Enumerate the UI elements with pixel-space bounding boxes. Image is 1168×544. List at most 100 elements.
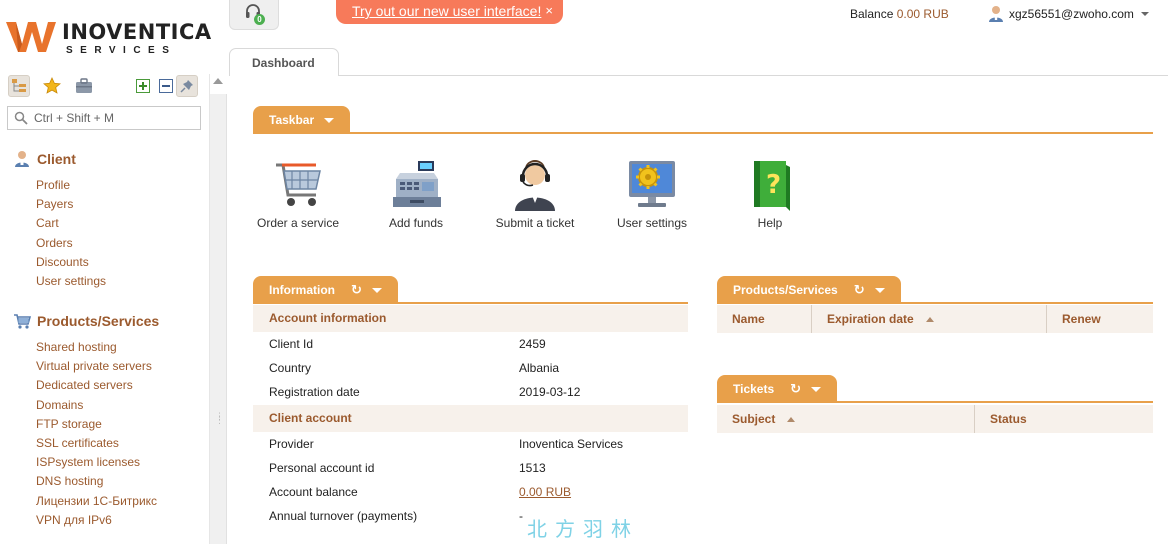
tree-view-icon[interactable]: [8, 75, 30, 97]
sidebar-item-ssl-certificates[interactable]: SSL certificates: [36, 434, 157, 453]
cash-register-icon: [393, 161, 441, 207]
search-box: [7, 106, 201, 130]
sidebar-item-dns-hosting[interactable]: DNS hosting: [36, 472, 157, 491]
sidebar-item-cart[interactable]: Cart: [36, 214, 106, 233]
favorites-star-icon[interactable]: [41, 75, 63, 97]
cart-icon: [14, 314, 31, 329]
sidebar-scrollbar[interactable]: ⋮ ⋮: [209, 74, 227, 544]
expand-all-icon[interactable]: [132, 75, 154, 97]
tickets-grid-header: Subject Status: [717, 405, 1153, 433]
products-title: Products/Services: [733, 283, 838, 297]
sidebar: INOVENTICA SERVICES Client Profile Pa: [0, 0, 211, 544]
info-row-country: Country Albania: [253, 356, 688, 380]
sidebar-item-orders[interactable]: Orders: [36, 234, 106, 253]
task-label: Submit a ticket: [495, 216, 575, 230]
pin-icon[interactable]: [176, 75, 198, 97]
balance-display: Balance 0.00 RUB: [850, 7, 949, 21]
info-row-personal-account-id: Personal account id 1513: [253, 456, 688, 480]
shopping-cart-icon: [276, 163, 321, 206]
account-info-section: Account information: [253, 305, 688, 332]
info-value: Inoventica Services: [519, 437, 624, 451]
dropdown-arrow-icon[interactable]: [371, 287, 382, 293]
info-key: Registration date: [269, 385, 360, 399]
task-label: Add funds: [388, 216, 444, 230]
help-button[interactable]: ? Help: [720, 157, 820, 230]
information-title: Information: [269, 283, 335, 297]
tabs-divider: [229, 75, 1168, 76]
logo-mark-icon: [6, 22, 56, 52]
monitor-gear-icon: [629, 161, 675, 207]
balance-label: Balance: [850, 7, 894, 21]
info-row-client-id: Client Id 2459: [253, 332, 688, 356]
sidebar-item-vps[interactable]: Virtual private servers: [36, 357, 157, 376]
sidebar-group-client[interactable]: Client: [13, 150, 76, 168]
products-tab[interactable]: Products/Services ↻: [717, 276, 901, 304]
splitter-grip-icon[interactable]: ⋮ ⋮: [215, 412, 224, 425]
tab-dashboard[interactable]: Dashboard: [229, 48, 339, 76]
tickets-title: Tickets: [733, 382, 775, 396]
dropdown-arrow-icon[interactable]: [811, 386, 822, 392]
add-funds-button[interactable]: Add funds: [366, 157, 466, 230]
task-label: Help: [757, 216, 783, 230]
user-settings-button[interactable]: User settings: [602, 157, 702, 230]
refresh-icon[interactable]: ↻: [790, 381, 801, 397]
sidebar-item-domains[interactable]: Domains: [36, 396, 157, 415]
account-balance-link[interactable]: 0.00 RUB: [519, 485, 571, 499]
column-status[interactable]: Status: [975, 405, 1153, 433]
column-label: Subject: [732, 412, 776, 426]
column-name[interactable]: Name: [717, 305, 812, 333]
order-service-button[interactable]: Order a service: [248, 157, 348, 230]
dropdown-arrow-icon[interactable]: [324, 117, 335, 123]
information-tab[interactable]: Information ↻: [253, 276, 398, 304]
search-icon: [14, 111, 28, 125]
column-label: Name: [732, 312, 765, 326]
column-expiration-date[interactable]: Expiration date: [812, 305, 1047, 333]
info-row-account-balance: Account balance 0.00 RUB: [253, 480, 688, 504]
info-key: Account balance: [269, 485, 358, 499]
sidebar-item-discounts[interactable]: Discounts: [36, 253, 106, 272]
sidebar-item-bitrix-licenses[interactable]: Лицензии 1С-Битрикс: [36, 492, 157, 511]
close-icon[interactable]: ×: [545, 3, 553, 18]
tickets-tab[interactable]: Tickets ↻: [717, 375, 838, 403]
briefcase-icon[interactable]: [73, 75, 95, 97]
logo[interactable]: INOVENTICA SERVICES: [4, 14, 211, 56]
scroll-up-arrow-icon[interactable]: [213, 78, 223, 84]
sidebar-item-shared-hosting[interactable]: Shared hosting: [36, 338, 157, 357]
sidebar-item-vpn-ipv6[interactable]: VPN для IPv6: [36, 511, 157, 530]
refresh-icon[interactable]: ↻: [351, 282, 362, 298]
submit-ticket-button[interactable]: Submit a ticket: [485, 157, 585, 230]
new-ui-link[interactable]: Try out our new user interface!: [352, 3, 541, 19]
sidebar-item-user-settings[interactable]: User settings: [36, 272, 106, 291]
tab-label: Dashboard: [252, 56, 315, 70]
balance-value[interactable]: 0.00 RUB: [897, 7, 949, 21]
notifications-count-badge: 0: [254, 14, 265, 25]
watermark: 北方羽林: [527, 517, 639, 541]
products-menu: Shared hosting Virtual private servers D…: [36, 338, 157, 530]
sidebar-item-profile[interactable]: Profile: [36, 176, 106, 195]
sidebar-group-products[interactable]: Products/Services: [13, 312, 159, 330]
info-value: Albania: [519, 361, 560, 375]
user-menu[interactable]: xgz56551@zwoho.com: [988, 4, 1149, 24]
column-subject[interactable]: Subject: [717, 405, 975, 433]
column-renew[interactable]: Renew: [1047, 305, 1153, 333]
user-icon: [15, 151, 29, 167]
collapse-all-icon[interactable]: [155, 75, 177, 97]
search-input[interactable]: [34, 110, 194, 126]
sort-ascending-icon: [787, 417, 795, 422]
logo-subtitle: SERVICES: [66, 45, 177, 56]
sidebar-item-ispsystem-licenses[interactable]: ISPsystem licenses: [36, 453, 157, 472]
sidebar-item-ftp-storage[interactable]: FTP storage: [36, 415, 157, 434]
column-label: Status: [990, 412, 1027, 426]
info-key: Annual turnover (payments): [269, 509, 418, 523]
refresh-icon[interactable]: ↻: [854, 282, 865, 298]
scrollbar-thumb[interactable]: [210, 94, 227, 544]
info-value: 1513: [519, 461, 546, 475]
taskbar-title: Taskbar: [269, 113, 315, 127]
info-value: 2019-03-12: [519, 385, 581, 399]
products-panel-header: Products/Services ↻: [717, 276, 1153, 304]
sidebar-item-dedicated-servers[interactable]: Dedicated servers: [36, 376, 157, 395]
notifications-button[interactable]: 0: [229, 0, 279, 30]
taskbar-tab[interactable]: Taskbar: [253, 106, 351, 134]
sidebar-item-payers[interactable]: Payers: [36, 195, 106, 214]
dropdown-arrow-icon[interactable]: [874, 287, 885, 293]
